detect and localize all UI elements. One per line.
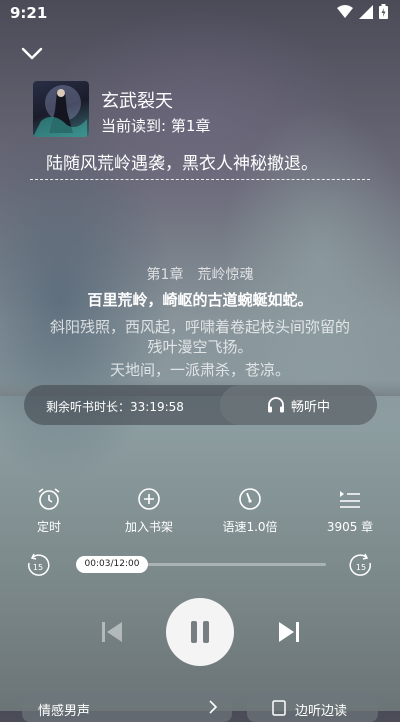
voice-selector[interactable]: 情感男声	[22, 692, 232, 722]
rewind-seconds: 15	[33, 563, 43, 572]
chapter-summary: 陆随风荒岭遇袭，黑衣人神秘撤退。	[46, 154, 318, 174]
action-label: 定时	[36, 520, 61, 534]
remaining-time: 剩余听书时长：33:19:58	[46, 400, 184, 414]
lyric-line: 斜阳残照，西风起，呼啸着卷起枝头间弥留的	[49, 318, 350, 336]
divider	[30, 179, 370, 180]
status-icons	[337, 4, 388, 19]
battery-icon	[379, 4, 388, 19]
book-title: 玄武裂天	[101, 91, 173, 112]
cover-art-icon	[33, 85, 87, 137]
action-label: 加入书架	[124, 520, 173, 534]
reading-progress: 当前读到: 第1章	[101, 117, 211, 135]
voice-label: 情感男声	[38, 704, 91, 719]
rewind-15-button[interactable]: 15	[25, 553, 51, 579]
action-label: 3905 章	[326, 520, 374, 534]
next-chapter-icon[interactable]	[277, 619, 301, 645]
pause-button[interactable]	[166, 598, 234, 666]
alarm-clock-icon	[38, 488, 60, 510]
headphones-icon	[267, 397, 284, 413]
speed-action[interactable]: 语速1.0倍	[215, 486, 285, 535]
lyric-line: 天地间，一派肃杀，苍凉。	[109, 361, 290, 379]
chapter-list-action[interactable]: 3905 章	[315, 486, 385, 535]
book-cover[interactable]	[33, 81, 89, 137]
chevron-right-icon	[209, 700, 218, 714]
lyric-chapter-heading: 第1章 荒岭惊魂	[146, 267, 254, 283]
pause-icon	[191, 621, 209, 643]
rewind-icon: 15	[28, 553, 50, 576]
speed-gauge-icon	[239, 488, 261, 510]
lyric-line: 残叶漫空飞扬。	[147, 338, 253, 356]
forward-icon: 15	[349, 553, 371, 576]
read-while-listening-label: 边听边读	[295, 704, 348, 719]
signal-icon	[359, 4, 373, 19]
listening-button[interactable]: 畅听中	[220, 385, 377, 425]
add-to-shelf-action[interactable]: 加入书架	[114, 486, 184, 535]
listening-label: 畅听中	[290, 399, 330, 415]
timer-action[interactable]: 定时	[14, 486, 84, 535]
status-time: 9:21	[10, 4, 48, 22]
add-circle-icon	[138, 488, 160, 510]
chevron-down-icon[interactable]	[20, 44, 44, 64]
action-label: 语速1.0倍	[222, 520, 278, 534]
chapter-list-icon	[340, 491, 360, 508]
forward-seconds: 15	[356, 563, 366, 572]
read-while-listening-button[interactable]: 边听边读	[247, 692, 378, 722]
previous-chapter-icon[interactable]	[100, 619, 124, 645]
book-icon	[272, 700, 286, 716]
lyric-current-line: 百里荒岭，崎岖的古道蜿蜒如蛇。	[87, 291, 313, 309]
seek-thumb[interactable]: 00:03/12:00	[76, 556, 148, 573]
wifi-icon	[337, 4, 353, 18]
forward-15-button[interactable]: 15	[348, 553, 374, 579]
